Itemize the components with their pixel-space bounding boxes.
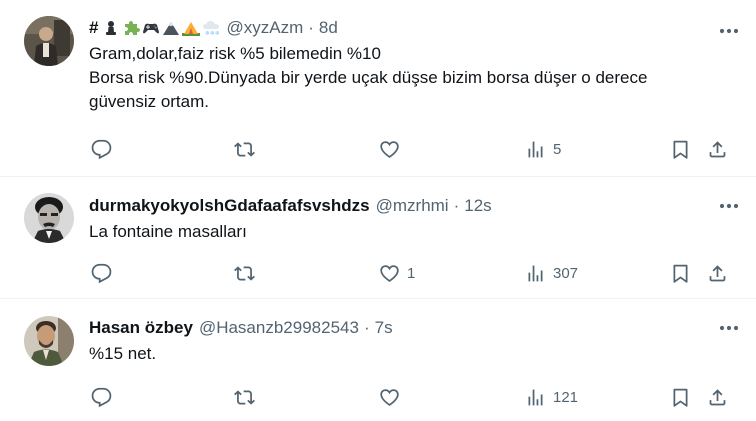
like-icon: [380, 140, 399, 158]
tweet-text-line: Gram,dolar,faiz risk %5 bilemedin %10: [89, 44, 381, 63]
views-icon: [528, 265, 543, 281]
bookmark-icon: [673, 140, 688, 159]
tweet-actions: 5: [89, 137, 739, 161]
like-button[interactable]: 1: [379, 261, 415, 285]
retweet-icon: [234, 389, 255, 405]
timestamp[interactable]: 12s: [464, 195, 491, 217]
tweet-text: La fontaine masalları: [89, 220, 736, 244]
like-icon: [380, 388, 399, 406]
separator-dot: ·: [308, 18, 314, 37]
tweet-actions: 121: [89, 385, 739, 409]
bookmark-icon: [673, 388, 688, 407]
user-handle[interactable]: @Hasanzb29982543: [199, 317, 359, 339]
cloud-snow-emoji: ❄❄❄: [203, 21, 220, 37]
share-icon: [709, 264, 726, 281]
mountain-emoji: [163, 22, 180, 35]
tweet-text: %15 net.: [89, 342, 736, 366]
display-name[interactable]: durmakyokyolshGdafaafafsvshdzs: [89, 195, 370, 217]
retweet-button[interactable]: [234, 261, 262, 285]
timestamp[interactable]: 8d: [319, 17, 338, 39]
tweet-text-line: La fontaine masalları: [89, 222, 247, 241]
more-icon: [719, 28, 739, 34]
tweet[interactable]: # ❄❄❄ @xyzAzm · 8d Gram,dolar,faiz risk …: [0, 0, 756, 177]
share-button[interactable]: [707, 137, 728, 161]
bookmark-button[interactable]: [670, 137, 691, 161]
tweet-feed: # ❄❄❄ @xyzAzm · 8d Gram,dolar,faiz risk …: [0, 0, 756, 421]
svg-text:❄❄❄: ❄❄❄: [205, 30, 220, 37]
tent-emoji: [182, 22, 201, 36]
bookmark-button[interactable]: [670, 385, 691, 409]
tweet-text: Gram,dolar,faiz risk %5 bilemedin %10 Bo…: [89, 42, 736, 114]
like-button[interactable]: [379, 385, 407, 409]
user-handle[interactable]: @mzrhmi: [376, 195, 449, 217]
reply-button[interactable]: [91, 137, 119, 161]
views-count: 307: [553, 264, 579, 282]
reply-icon: [91, 139, 112, 159]
display-name[interactable]: Hasan özbey: [89, 317, 193, 339]
display-name[interactable]: #: [89, 17, 98, 39]
views-count: 121: [553, 388, 579, 406]
retweet-button[interactable]: [234, 385, 262, 409]
views-icon: [528, 389, 543, 405]
reply-icon: [91, 387, 112, 407]
user-handle[interactable]: @xyzAzm: [226, 17, 303, 39]
name-emojis: ❄❄❄: [102, 19, 220, 37]
share-button[interactable]: [707, 385, 728, 409]
views-button[interactable]: 5: [525, 137, 561, 161]
separator-dot: ·: [363, 318, 370, 337]
share-icon: [709, 140, 726, 157]
avatar[interactable]: [24, 316, 74, 366]
tweet[interactable]: Hasan özbey @Hasanzb29982543 · 7s %15 ne…: [0, 300, 756, 421]
puzzle-piece-emoji: [125, 21, 141, 35]
more-options-button[interactable]: [714, 20, 744, 42]
tweet-text-line: Borsa risk %90.Dünyada bir yerde uçak dü…: [89, 68, 648, 87]
views-button[interactable]: 121: [525, 385, 578, 409]
tweet-header: Hasan özbey @Hasanzb29982543 · 7s: [89, 317, 736, 339]
bookmark-button[interactable]: [670, 261, 691, 285]
retweet-button[interactable]: [234, 137, 262, 161]
reply-button[interactable]: [91, 385, 119, 409]
tweet-header: # ❄❄❄ @xyzAzm · 8d: [89, 17, 736, 39]
tweet-text-line: güvensiz ortam.: [89, 92, 209, 111]
tweet-header: durmakyokyolshGdafaafafsvshdzs @mzrhmi ·…: [89, 195, 736, 217]
reply-button[interactable]: [91, 261, 119, 285]
retweet-icon: [234, 141, 255, 157]
chess-pawn-emoji: [106, 21, 117, 35]
like-count: 1: [407, 264, 416, 282]
avatar[interactable]: [24, 193, 74, 243]
more-icon: [719, 325, 739, 331]
timestamp[interactable]: 7s: [375, 317, 393, 339]
game-controller-emoji: [143, 23, 160, 34]
tweet[interactable]: durmakyokyolshGdafaafafsvshdzs @mzrhmi ·…: [0, 178, 756, 299]
retweet-icon: [234, 265, 255, 281]
avatar[interactable]: [24, 16, 74, 66]
tweet-text-line: %15 net.: [89, 344, 157, 363]
bookmark-icon: [673, 264, 688, 283]
more-options-button[interactable]: [714, 195, 744, 217]
tweet-actions: 1 307: [89, 261, 739, 285]
reply-icon: [91, 263, 112, 283]
views-icon: [528, 141, 543, 157]
share-icon: [709, 388, 726, 405]
separator-dot: ·: [453, 196, 460, 215]
share-button[interactable]: [707, 261, 728, 285]
more-options-button[interactable]: [714, 317, 744, 339]
views-button[interactable]: 307: [525, 261, 578, 285]
like-icon: [380, 264, 399, 282]
like-button[interactable]: [379, 137, 407, 161]
more-icon: [719, 203, 739, 209]
views-count: 5: [553, 140, 562, 158]
